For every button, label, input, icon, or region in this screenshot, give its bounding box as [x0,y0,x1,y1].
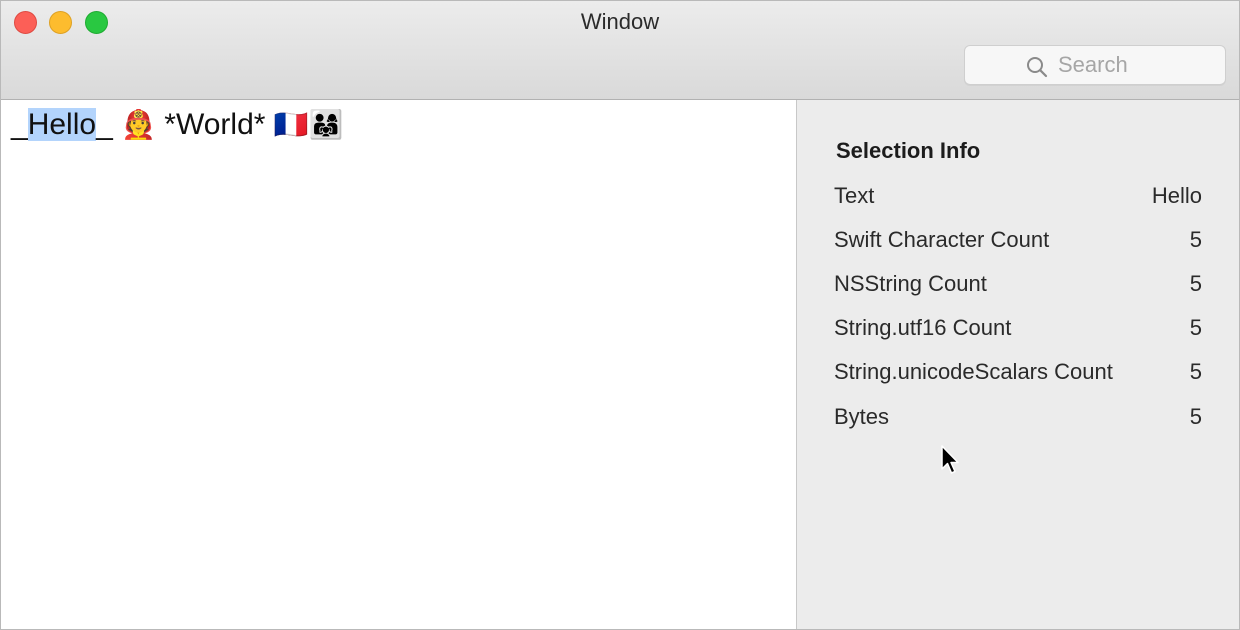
selection-info-panel: Selection Info Text Hello Swift Characte… [798,100,1239,629]
france-flag-emoji: 🇫🇷 [273,108,309,141]
family-emoji: 👨‍👩‍👧 [308,108,344,141]
editor-content[interactable]: _Hello_ 🧑‍🚒 *World* 🇫🇷👨‍👩‍👧 [11,104,344,146]
info-label: Swift Character Count [834,227,1050,252]
window-title: Window [580,9,660,34]
info-row-nsstring-count: NSString Count 5 [834,271,1202,301]
info-label: String.utf16 Count [834,315,1012,340]
info-value: 5 [1189,271,1202,296]
search-icon [1027,57,1048,78]
info-value: 5 [1189,359,1202,384]
firefighter-emoji: 🧑‍🚒 [121,108,156,141]
search-input[interactable]: Search [964,45,1226,85]
info-value: 5 [1189,315,1202,340]
panel-title: Selection Info [836,138,981,163]
info-row-bytes: Bytes 5 [834,404,1202,434]
info-label: Bytes [834,404,890,429]
app-window: Window Search _Hello_ 🧑‍🚒 *World* 🇫🇷👨‍👩‍… [0,0,1240,630]
text-before-selection: _ [11,108,28,141]
search-placeholder: Search [1058,52,1128,77]
info-label: NSString Count [834,271,987,296]
info-row-utf16-count: String.utf16 Count 5 [834,315,1202,345]
info-row-text: Text Hello [834,183,1202,213]
selected-text: Hello [27,108,97,141]
mouse-cursor-icon [941,445,959,474]
info-row-swift-character-count: Swift Character Count 5 [834,227,1202,257]
info-label: String.unicodeScalars Count [834,359,1113,384]
world-text: *World* [155,108,274,141]
title-bar: Window Search [1,1,1239,100]
text-editor[interactable]: _Hello_ 🧑‍🚒 *World* 🇫🇷👨‍👩‍👧 [1,100,797,629]
info-value: 5 [1189,227,1202,252]
info-row-unicode-scalars-count: String.unicodeScalars Count 5 [834,359,1202,389]
text-after-selection: _ [96,108,122,141]
info-label: Text [834,183,875,208]
info-value: Hello [1151,183,1202,208]
info-value: 5 [1189,404,1202,429]
